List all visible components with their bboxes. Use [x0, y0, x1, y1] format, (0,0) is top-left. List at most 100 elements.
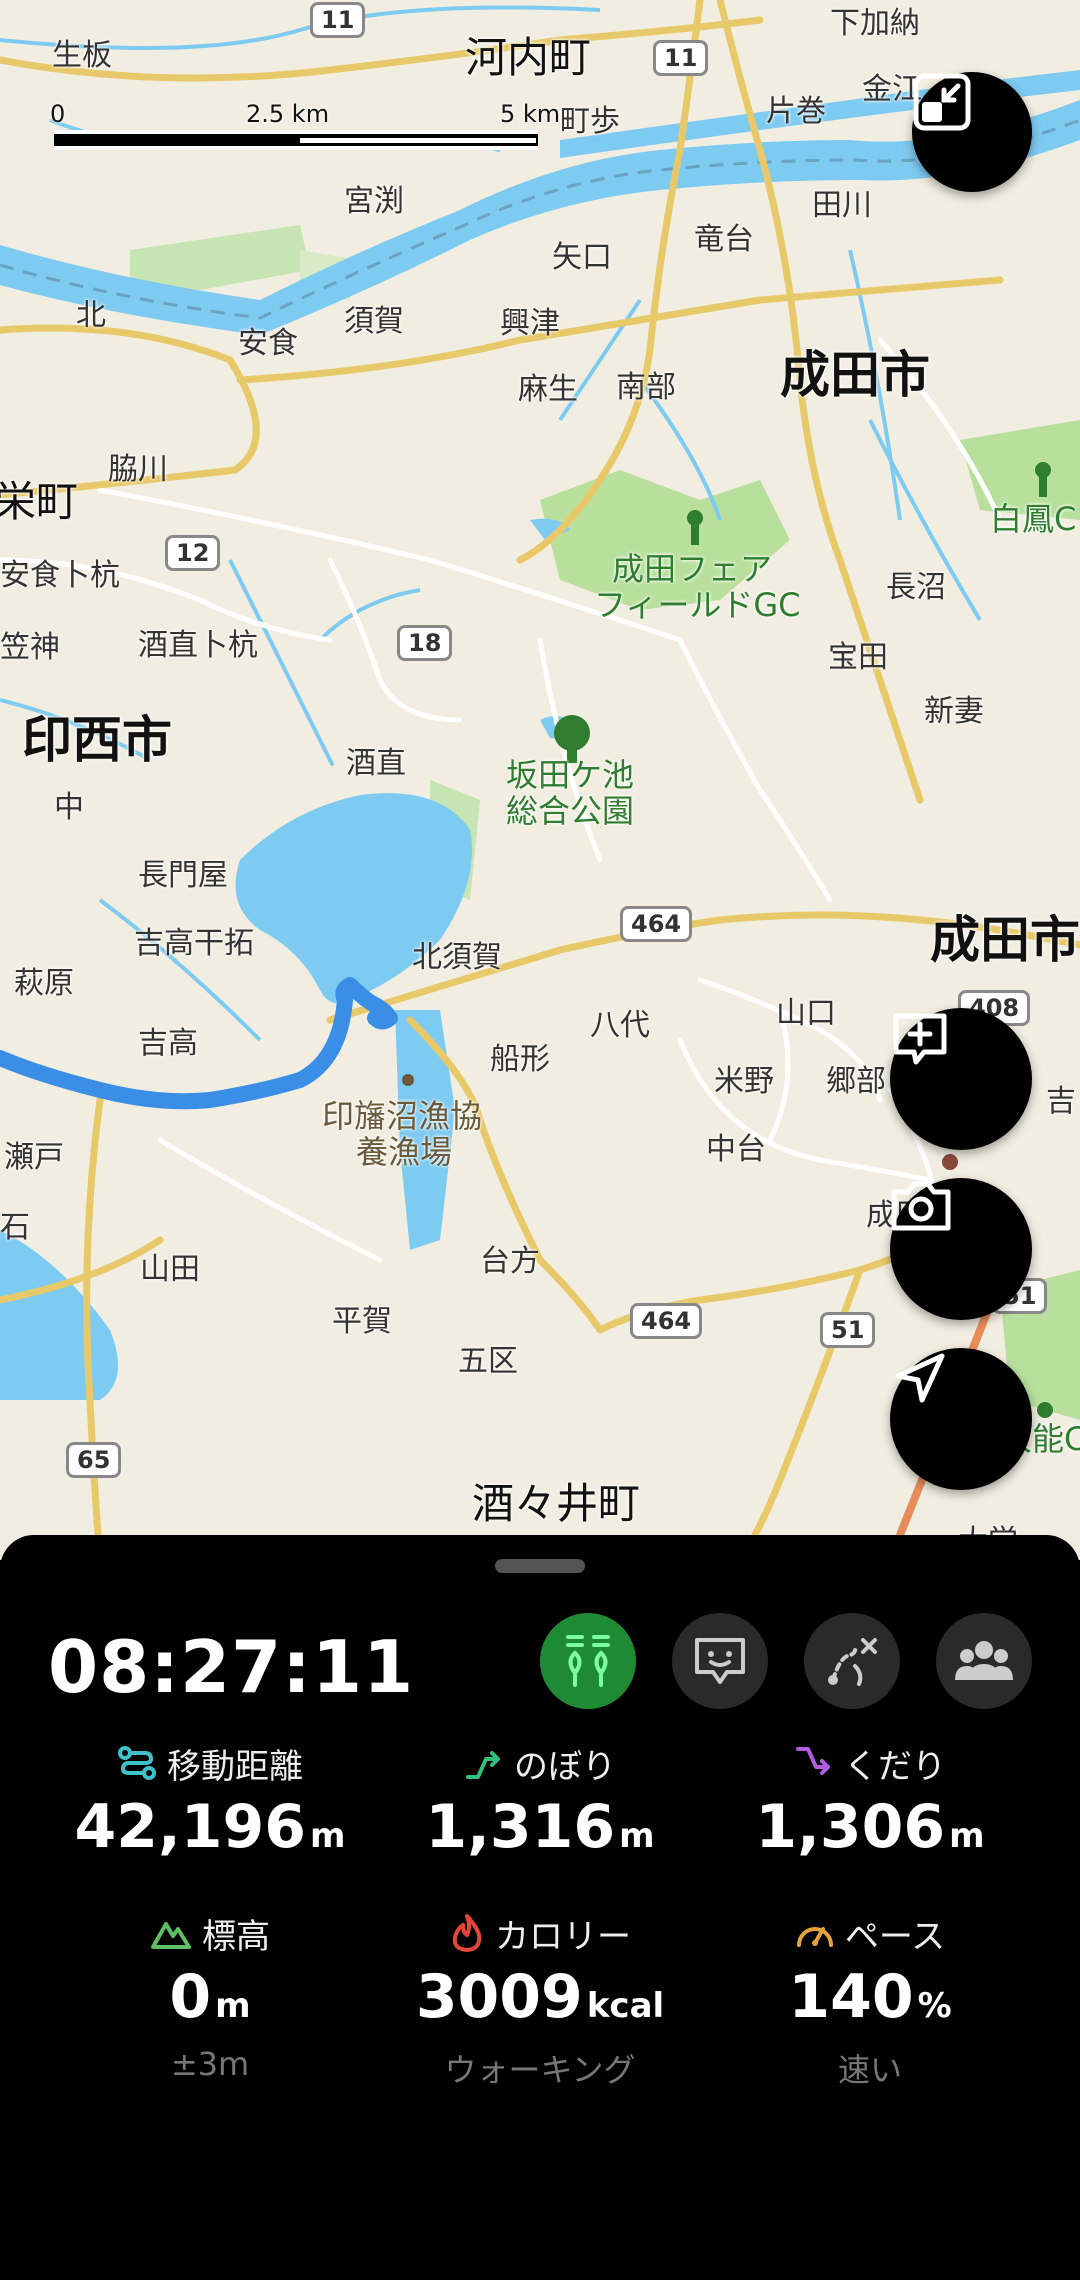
place-label: 八代 — [590, 1008, 650, 1043]
stat-distance: 移動距離 42,196 m — [40, 1740, 380, 1869]
chat-face-button[interactable] — [672, 1613, 768, 1709]
flame-icon — [452, 1914, 482, 1952]
place-label: 安食卜杭 — [0, 558, 120, 593]
camera-button[interactable] — [890, 1178, 1032, 1320]
place-label: 田川 — [812, 188, 872, 223]
scale-end-label: 5 km — [500, 100, 561, 128]
walking-mode-icon — [566, 1635, 610, 1687]
stat-pace-value: 140 — [788, 1962, 914, 2032]
place-label: 興津 — [500, 306, 560, 341]
route-shield: 11 — [310, 2, 366, 38]
place-label: 笠神 — [0, 630, 60, 665]
place-label: 吉 — [1046, 1084, 1076, 1119]
stat-ascent-label: のぼり — [514, 1746, 616, 1787]
route-shield: 464 — [620, 906, 693, 942]
stat-ascent-unit: m — [619, 1816, 655, 1856]
stat-descent-unit: m — [949, 1816, 985, 1856]
place-label: 河内町 — [465, 33, 592, 82]
place-label: 吉高干拓 — [134, 926, 254, 961]
place-label: 中台 — [706, 1132, 766, 1167]
add-memo-button[interactable] — [890, 1008, 1032, 1150]
stat-distance-unit: m — [310, 1816, 346, 1856]
route-shield: 11 — [653, 40, 709, 76]
place-label: 萩原 — [14, 966, 74, 1001]
place-label: 中 — [54, 790, 84, 825]
place-label: 北 — [76, 298, 106, 333]
stat-calories-activity: ウォーキング — [444, 2051, 636, 2089]
stat-calories-value: 3009 — [415, 1962, 583, 2032]
stat-calories: カロリー 3009 kcal ウォーキング — [370, 1910, 710, 2091]
stat-descent: くだり 1,306 m — [700, 1740, 1040, 1869]
activity-panel: 08:27:11 移動距離 42,196 m のぼり 1,316 m くだり 1… — [0, 1535, 1080, 2280]
route-shield: 464 — [630, 1303, 703, 1339]
drag-handle[interactable] — [495, 1559, 585, 1573]
place-label: 矢口 — [552, 240, 612, 275]
place-label: 安食 — [238, 326, 298, 361]
minor-road — [677, 637, 833, 903]
place-label: 生板 — [52, 38, 112, 73]
lake-southwest — [0, 1230, 118, 1400]
place-label: 石 — [0, 1210, 30, 1245]
place-label: 五区 — [458, 1344, 518, 1379]
place-label: 片巻 — [766, 94, 826, 129]
elapsed-time: 08:27:11 — [48, 1625, 415, 1709]
stat-distance-label: 移動距離 — [167, 1746, 303, 1787]
place-label-city: 成田市 — [780, 346, 930, 404]
place-label: 台方 — [480, 1244, 540, 1279]
speedometer-icon — [796, 1927, 833, 1947]
scale-zero-label: 0 — [50, 100, 66, 128]
add-memo-icon — [893, 1013, 947, 1065]
place-label: 成田フェア — [612, 550, 773, 588]
mountain-icon — [151, 1922, 191, 1949]
place-label: 山口 — [776, 996, 836, 1031]
stat-descent-value: 1,306 — [755, 1792, 946, 1862]
forest-area — [130, 225, 310, 290]
place-label: 吉高 — [138, 1026, 198, 1061]
poi-dot — [942, 1154, 958, 1170]
place-label: 養漁場 — [356, 1133, 453, 1171]
group-icon — [955, 1641, 1013, 1680]
poi-dot — [402, 1074, 414, 1086]
locate-button[interactable] — [890, 1348, 1032, 1490]
navigation-arrow-icon — [895, 1353, 945, 1403]
stat-distance-value: 42,196 — [74, 1792, 307, 1862]
place-label: 瀬戸 — [4, 1140, 64, 1175]
place-label: 栄町 — [0, 477, 79, 526]
route-off-button[interactable] — [804, 1613, 900, 1709]
place-label: 米野 — [714, 1064, 774, 1099]
stat-pace-rating: 速い — [837, 2051, 902, 2089]
place-label: 酒直 — [346, 746, 406, 781]
place-label: 脇川 — [108, 452, 168, 487]
collapse-map-button[interactable] — [912, 72, 1032, 192]
place-label: 白鳳C — [990, 500, 1077, 538]
walking-mode-button[interactable] — [540, 1613, 636, 1709]
place-label: 宝田 — [828, 640, 888, 675]
place-label: 酒々井町 — [472, 1479, 641, 1528]
place-label: 平賀 — [332, 1304, 392, 1339]
stat-ascent: のぼり 1,316 m — [370, 1740, 710, 1869]
minor-road — [157, 1137, 383, 1263]
place-label: 長門屋 — [138, 858, 228, 893]
place-label: 船形 — [490, 1042, 550, 1077]
stat-pace-unit: % — [917, 1986, 952, 2026]
place-label: 郷部 — [826, 1064, 886, 1099]
descent-icon — [796, 1747, 830, 1775]
ascent-icon — [466, 1751, 500, 1779]
group-button[interactable] — [936, 1613, 1032, 1709]
map-view[interactable]: 0 2.5 km 5 km 11 11 12 18 464 408 464 51… — [0, 0, 1080, 1560]
route-shield: 18 — [397, 625, 453, 661]
stat-pace: ペース 140% 速い — [700, 1910, 1040, 2091]
place-label: 山田 — [140, 1252, 200, 1287]
stat-descent-label: くだり — [844, 1746, 946, 1787]
place-label: 総合公園 — [506, 792, 635, 830]
stat-pace-label: ペース — [844, 1916, 946, 1957]
place-label: 下加納 — [830, 6, 920, 41]
stat-calories-unit: kcal — [586, 1986, 665, 2026]
place-label: 印旛沼漁協 — [322, 1097, 483, 1135]
stat-calories-label: カロリー — [495, 1916, 631, 1957]
distance-route-icon — [118, 1746, 156, 1780]
place-label-city: 印西市 — [22, 711, 172, 769]
scale-mid-label: 2.5 km — [246, 100, 330, 128]
place-label: 北須賀 — [412, 940, 502, 975]
place-label: 酒直卜杭 — [138, 628, 258, 663]
